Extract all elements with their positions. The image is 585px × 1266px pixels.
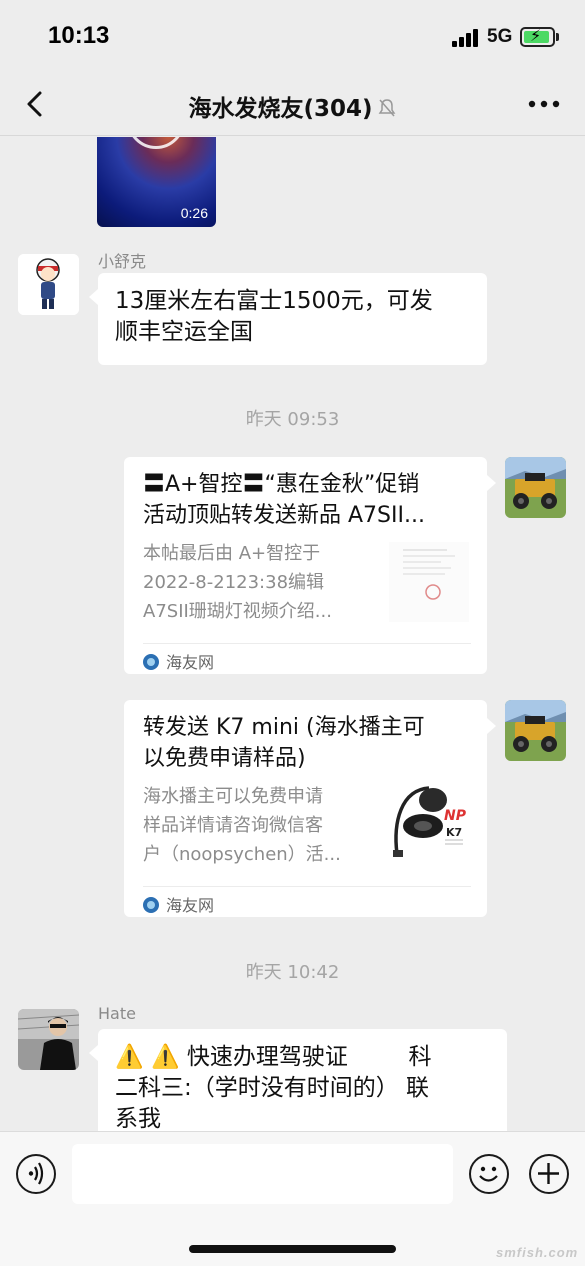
chat-header: 海水发烧友(304)	[0, 72, 585, 136]
chat-title: 海水发烧友(304)	[188, 96, 373, 122]
video-duration: 0:26	[180, 205, 208, 221]
status-time: 10:13	[48, 22, 110, 49]
jeep-avatar-icon	[505, 700, 566, 761]
avatar[interactable]	[18, 254, 79, 315]
site-logo-icon	[143, 897, 159, 913]
play-icon	[127, 137, 185, 149]
site-logo-icon	[143, 654, 159, 670]
home-indicator[interactable]	[189, 1245, 396, 1253]
network-type: 5G	[487, 26, 513, 47]
card-thumbnail	[389, 542, 469, 622]
message-bubble[interactable]: ⚠️ ⚠️ 快速办理驾驶证 科 二科三:（学时没有时间的） 联 系我	[89, 1029, 507, 1131]
my-avatar[interactable]	[505, 457, 566, 518]
avatar[interactable]	[18, 1009, 79, 1070]
card-description: 海水播主可以免费申请 样品详情请咨询微信客 户（noopsychen）活...	[143, 786, 341, 865]
video-message[interactable]: 0:26	[97, 137, 216, 227]
card-source: 海友网	[143, 649, 214, 673]
message-bubble[interactable]: 13厘米左右富士1500元，可发 顺丰空运全国	[89, 273, 487, 365]
status-bar: 10:13 5G ⚡	[0, 0, 585, 72]
signal-icon	[452, 29, 480, 47]
link-card[interactable]: 〓A+智控〓“惠在金秋”促销 活动顶贴转发送新品 A7SII... 本帖最后由 …	[124, 457, 496, 674]
more-icon[interactable]	[528, 100, 560, 108]
sender-name: Hate	[98, 1004, 136, 1023]
card-title: 转发送 K7 mini (海水播主可 以免费申请样品)	[143, 715, 425, 771]
card-thumbnail: NP K7	[389, 782, 469, 862]
charging-icon: ⚡	[530, 26, 542, 45]
mute-bell-icon	[378, 99, 395, 117]
card-description: 本帖最后由 A+智控于 2022-8-2123:38编辑 A7SII珊瑚灯视频介…	[143, 543, 332, 622]
emoji-icon[interactable]	[469, 1154, 509, 1194]
card-title: 〓A+智控〓“惠在金秋”促销 活动顶贴转发送新品 A7SII...	[143, 472, 425, 528]
chat-area: 0:26 小舒克 13厘米左右富士1500元，可发 顺丰空运全国 昨天 09:5…	[0, 137, 585, 1131]
chat-title-row[interactable]: 海水发烧友(304)	[0, 89, 585, 123]
cartoon-avatar-icon	[18, 254, 79, 315]
thumb-brand: NP	[444, 808, 466, 824]
jeep-avatar-icon	[505, 457, 566, 518]
add-icon[interactable]	[529, 1154, 569, 1194]
timestamp: 昨天 09:53	[245, 409, 340, 430]
watermark: smfish.com	[496, 1245, 579, 1260]
thumb-model: K7	[446, 826, 463, 839]
voice-icon[interactable]	[16, 1154, 56, 1194]
message-input[interactable]	[72, 1144, 453, 1204]
link-card[interactable]: 转发送 K7 mini (海水播主可 以免费申请样品) 海水播主可以免费申请 样…	[124, 700, 496, 917]
card-source: 海友网	[143, 892, 214, 916]
person-avatar-icon	[18, 1009, 79, 1070]
sender-name: 小舒克	[98, 252, 147, 271]
my-avatar[interactable]	[505, 700, 566, 761]
timestamp: 昨天 10:42	[245, 962, 340, 983]
